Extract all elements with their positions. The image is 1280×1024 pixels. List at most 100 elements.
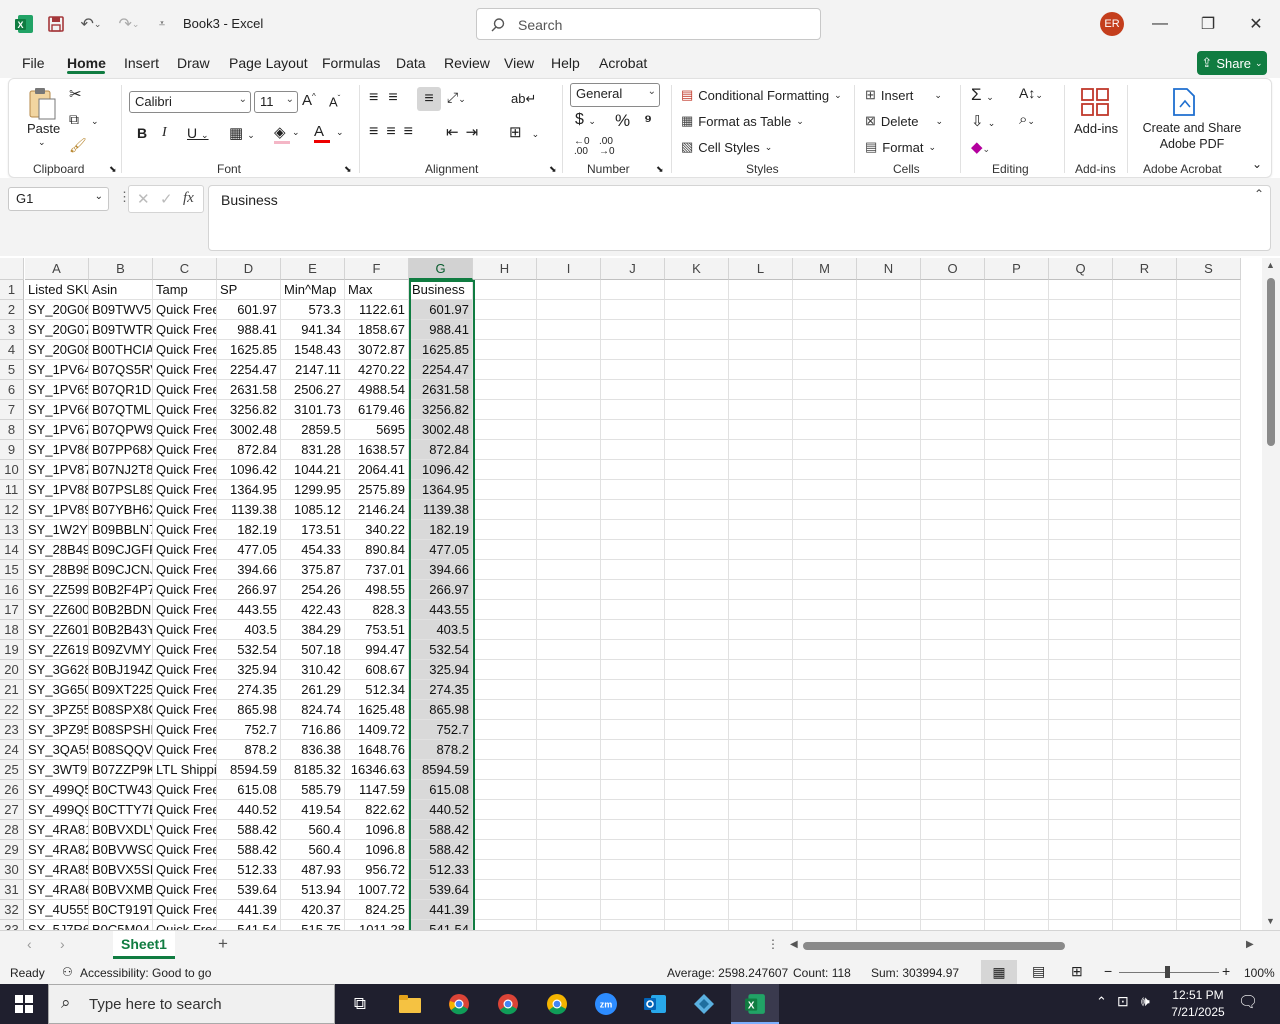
- table-cell[interactable]: 8594.59: [217, 760, 281, 780]
- table-cell[interactable]: 1122.61: [345, 300, 409, 320]
- row-header[interactable]: 32: [0, 900, 24, 920]
- table-cell[interactable]: [921, 700, 985, 720]
- table-cell[interactable]: [537, 760, 601, 780]
- table-cell[interactable]: [1049, 340, 1113, 360]
- row-header[interactable]: 11: [0, 480, 24, 500]
- table-cell[interactable]: [601, 800, 665, 820]
- column-header-a[interactable]: A: [25, 258, 89, 280]
- table-cell[interactable]: [537, 820, 601, 840]
- table-cell[interactable]: [1113, 300, 1177, 320]
- table-cell[interactable]: Quick Free: [153, 300, 217, 320]
- table-cell[interactable]: [985, 760, 1049, 780]
- table-cell[interactable]: Quick Free: [153, 700, 217, 720]
- table-cell[interactable]: [985, 480, 1049, 500]
- column-header-g[interactable]: G: [409, 258, 473, 280]
- table-cell[interactable]: [1177, 620, 1241, 640]
- table-cell[interactable]: [1113, 720, 1177, 740]
- wrap-text-icon[interactable]: ab↵: [511, 91, 536, 107]
- table-cell[interactable]: [729, 420, 793, 440]
- table-cell[interactable]: [921, 320, 985, 340]
- table-cell[interactable]: [473, 860, 537, 880]
- table-cell[interactable]: [665, 820, 729, 840]
- clear-icon[interactable]: ◆⌄: [971, 138, 990, 156]
- table-cell[interactable]: Quick Free: [153, 880, 217, 900]
- table-cell[interactable]: 515.75: [281, 920, 345, 930]
- table-cell[interactable]: [1049, 780, 1113, 800]
- table-cell[interactable]: [985, 780, 1049, 800]
- table-cell[interactable]: 822.62: [345, 800, 409, 820]
- table-cell[interactable]: 266.97: [409, 580, 473, 600]
- table-cell[interactable]: [985, 880, 1049, 900]
- table-cell[interactable]: [793, 320, 857, 340]
- header-cell[interactable]: Asin: [89, 280, 153, 300]
- table-cell[interactable]: SY_20G06: [25, 300, 89, 320]
- table-cell[interactable]: Quick Free: [153, 720, 217, 740]
- table-cell[interactable]: 394.66: [409, 560, 473, 580]
- paste-button[interactable]: Paste: [27, 121, 60, 136]
- row-header[interactable]: 4: [0, 340, 24, 360]
- table-cell[interactable]: 601.97: [409, 300, 473, 320]
- zoom-level[interactable]: 100%: [1244, 966, 1275, 980]
- worksheet-grid[interactable]: ABCDEFGHIJKLMNOPQRS 1 2 3 4 5 6 7 8 9 10 11 12 13 14 1…: [0, 258, 1262, 930]
- number-format-select[interactable]: General ⌄: [570, 83, 660, 107]
- table-cell[interactable]: 2064.41: [345, 460, 409, 480]
- table-cell[interactable]: [793, 760, 857, 780]
- table-cell[interactable]: [665, 720, 729, 740]
- table-cell[interactable]: [601, 520, 665, 540]
- table-cell[interactable]: [729, 920, 793, 930]
- table-cell[interactable]: SY_3PZ95: [25, 720, 89, 740]
- table-cell[interactable]: B0B2F4P7: [89, 580, 153, 600]
- table-cell[interactable]: B07QTMLF: [89, 400, 153, 420]
- row-header[interactable]: 7: [0, 400, 24, 420]
- table-cell[interactable]: Quick Free: [153, 420, 217, 440]
- table-cell[interactable]: [921, 820, 985, 840]
- table-cell[interactable]: 824.74: [281, 700, 345, 720]
- table-cell[interactable]: [793, 840, 857, 860]
- table-cell[interactable]: Quick Free: [153, 520, 217, 540]
- table-cell[interactable]: Quick Free: [153, 620, 217, 640]
- table-cell[interactable]: [1177, 920, 1241, 930]
- table-cell[interactable]: [985, 380, 1049, 400]
- table-cell[interactable]: 6179.46: [345, 400, 409, 420]
- select-all-corner[interactable]: [0, 258, 24, 280]
- cell-styles-button[interactable]: ▧ Cell Styles ⌄: [681, 139, 772, 155]
- windows-start-icon[interactable]: [9, 990, 39, 1018]
- table-cell[interactable]: [473, 920, 537, 930]
- table-cell[interactable]: Quick Free: [153, 440, 217, 460]
- table-cell[interactable]: [857, 400, 921, 420]
- table-cell[interactable]: 325.94: [217, 660, 281, 680]
- table-cell[interactable]: 1096.8: [345, 820, 409, 840]
- table-cell[interactable]: [601, 760, 665, 780]
- table-cell[interactable]: [1113, 440, 1177, 460]
- scroll-up-icon[interactable]: ▲: [1266, 260, 1275, 270]
- table-cell[interactable]: [473, 300, 537, 320]
- table-cell[interactable]: [1177, 380, 1241, 400]
- table-cell[interactable]: [921, 880, 985, 900]
- table-cell[interactable]: 487.93: [281, 860, 345, 880]
- table-cell[interactable]: [1177, 580, 1241, 600]
- table-cell[interactable]: 498.55: [345, 580, 409, 600]
- table-cell[interactable]: [1049, 480, 1113, 500]
- table-cell[interactable]: [473, 880, 537, 900]
- table-cell[interactable]: [665, 740, 729, 760]
- table-cell[interactable]: [537, 860, 601, 880]
- table-cell[interactable]: LTL Shippi: [153, 760, 217, 780]
- formula-input[interactable]: Business ⌃: [208, 185, 1271, 251]
- column-header-s[interactable]: S: [1177, 258, 1241, 280]
- table-cell[interactable]: SY_1PV87: [25, 460, 89, 480]
- table-cell[interactable]: [985, 920, 1049, 930]
- table-cell[interactable]: [729, 660, 793, 680]
- table-cell[interactable]: [793, 580, 857, 600]
- row-header[interactable]: 23: [0, 720, 24, 740]
- table-cell[interactable]: [985, 660, 1049, 680]
- table-cell[interactable]: 601.97: [217, 300, 281, 320]
- table-cell[interactable]: [985, 440, 1049, 460]
- table-cell[interactable]: 1548.43: [281, 340, 345, 360]
- table-cell[interactable]: [921, 760, 985, 780]
- table-cell[interactable]: [665, 880, 729, 900]
- table-cell[interactable]: [665, 360, 729, 380]
- table-cell[interactable]: [793, 660, 857, 680]
- table-cell[interactable]: [601, 320, 665, 340]
- table-cell[interactable]: [665, 840, 729, 860]
- row-header[interactable]: 33: [0, 920, 24, 930]
